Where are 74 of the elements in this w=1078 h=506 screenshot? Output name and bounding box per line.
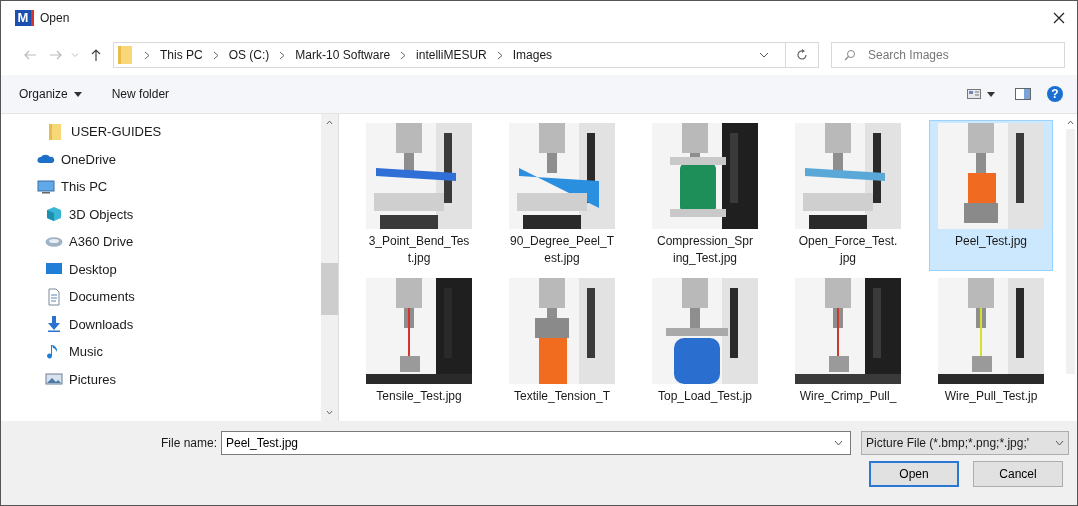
file-name: Wire_Crimp_Pull_ [799, 388, 897, 405]
search-field[interactable]: Search Images [831, 42, 1065, 68]
address-bar[interactable]: This PC OS (C:) Mark-10 Software intelliMESUR Images [113, 42, 786, 68]
scroll-down-icon[interactable] [326, 410, 333, 415]
file-item[interactable]: Compression_Spr ing_Test.jpg [643, 120, 767, 271]
file-name: Textile_Tension_T [513, 388, 611, 405]
file-item[interactable]: Textile_Tension_T [500, 275, 624, 409]
window-title: Open [40, 11, 70, 25]
chevron-icon [496, 50, 503, 60]
field-label: File name: [159, 436, 217, 450]
chevron-icon [212, 50, 219, 60]
file-name: Tensile_Test.jpg [376, 388, 462, 405]
breadcrumb[interactable]: Mark-10 Software [295, 48, 391, 62]
caret-icon [987, 91, 995, 97]
nav-item[interactable]: Music [1, 338, 321, 366]
nav-item[interactable]: A360 Drive [1, 228, 321, 256]
file-item[interactable]: Open_Force_Test. jpg [786, 120, 910, 271]
chevron-icon [400, 50, 407, 60]
file-item[interactable]: Wire_Pull_Test.jp [929, 275, 1053, 409]
chevron-icon [279, 50, 286, 60]
nav-item[interactable]: Documents [1, 283, 321, 311]
cube-icon [45, 205, 63, 224]
breadcrumb[interactable]: Images [512, 48, 553, 62]
folder-icon [118, 46, 132, 64]
nav-item[interactable]: Desktop [1, 255, 321, 283]
caret-icon [1055, 440, 1064, 446]
file-name: Peel_Test.jpg [954, 233, 1027, 250]
file-item[interactable]: Wire_Crimp_Pull_ [786, 275, 910, 409]
file-name: 3_Point_Bend_Tes t.jpg [368, 233, 470, 267]
caret-icon[interactable] [759, 52, 769, 58]
app-logo: M [15, 10, 34, 26]
close-icon[interactable] [1053, 12, 1065, 24]
nav-item[interactable]: 3D Objects [1, 200, 321, 228]
file-name: Wire_Pull_Test.jp [944, 388, 1038, 405]
preview-pane-icon[interactable] [1015, 88, 1031, 100]
nav-item[interactable]: Downloads [1, 310, 321, 338]
nav-item[interactable]: OneDrive [1, 145, 321, 173]
refresh-icon [796, 49, 808, 61]
file-name: Compression_Spr ing_Test.jpg [656, 233, 753, 267]
file-name: Open_Force_Test. jpg [798, 233, 898, 267]
open-button[interactable]: Open [869, 461, 959, 487]
scrollbar[interactable] [321, 114, 338, 421]
scroll-up-icon[interactable] [1067, 120, 1074, 125]
drive-icon [45, 236, 63, 247]
file-item[interactable]: 90_Degree_Peel_T est.jpg [500, 120, 624, 271]
search-icon [844, 49, 856, 61]
breadcrumb[interactable]: intelliMESUR [416, 48, 487, 62]
download-icon [45, 315, 63, 334]
file-name: 90_Degree_Peel_T est.jpg [509, 233, 615, 267]
nav-item[interactable]: Pictures [1, 365, 321, 393]
file-name-field[interactable]: Peel_Test.jpg [221, 431, 851, 455]
organize-button[interactable]: Organize [15, 84, 86, 104]
chevron-icon [144, 50, 150, 60]
computer-icon [37, 177, 55, 196]
file-item[interactable]: Peel_Test.jpg [929, 120, 1053, 271]
up-arrow-icon[interactable] [91, 49, 101, 61]
file-type-dropdown[interactable]: Picture File (*.bmp;*.png;*.jpg;' [861, 431, 1069, 455]
nav-item[interactable]: USER-GUIDES [1, 118, 321, 146]
scroll-up-icon[interactable] [326, 120, 333, 125]
file-item[interactable]: Top_Load_Test.jp [643, 275, 767, 409]
new-folder-button[interactable]: New folder [107, 84, 174, 104]
refresh-button[interactable] [785, 42, 819, 68]
file-item[interactable]: Tensile_Test.jpg [357, 275, 481, 409]
nav-item[interactable]: This PC [1, 173, 321, 201]
document-icon [45, 287, 63, 306]
caret-icon[interactable] [834, 440, 843, 446]
breadcrumb[interactable]: This PC [160, 48, 203, 62]
caret-icon [73, 91, 82, 97]
view-icon [967, 89, 981, 99]
file-name: Top_Load_Test.jp [657, 388, 753, 405]
cancel-button[interactable]: Cancel [973, 461, 1063, 487]
file-item[interactable]: 3_Point_Bend_Tes t.jpg [357, 120, 481, 271]
help-icon[interactable]: ? [1047, 86, 1063, 102]
breadcrumb[interactable]: OS (C:) [228, 48, 270, 62]
